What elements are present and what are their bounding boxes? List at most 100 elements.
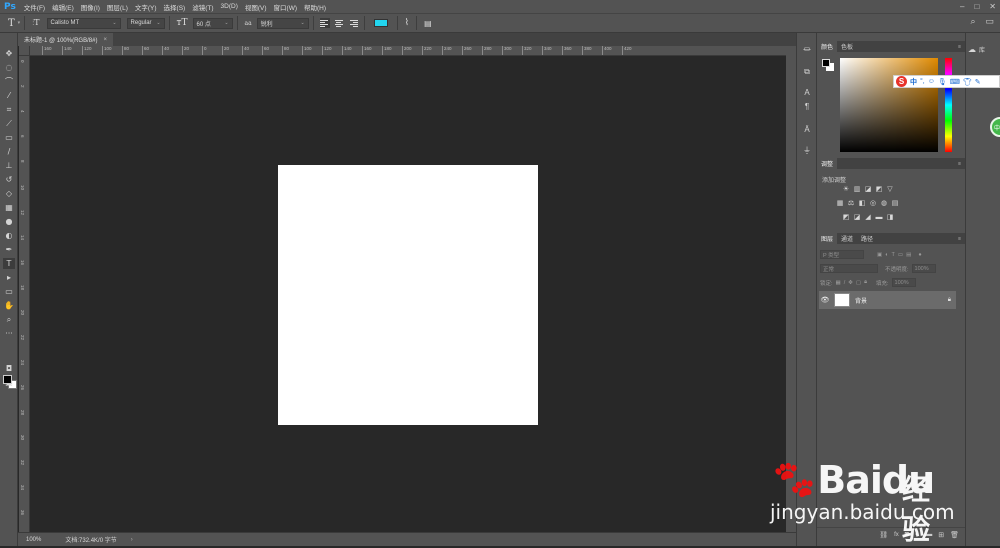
text-orientation-icon[interactable]: ⫶T bbox=[32, 18, 39, 28]
posterize-icon[interactable]: ◪ bbox=[853, 214, 861, 222]
zoom-tool-icon[interactable]: ⌕ bbox=[3, 314, 15, 325]
lock-image-icon[interactable]: / bbox=[844, 280, 846, 286]
tab-channels[interactable]: 通道 bbox=[837, 233, 857, 244]
menu-layer[interactable]: 图层(L) bbox=[107, 2, 128, 12]
menu-window[interactable]: 窗口(W) bbox=[274, 2, 297, 12]
menu-edit[interactable]: 编辑(E) bbox=[52, 2, 74, 12]
type-tool-preset-icon[interactable]: T bbox=[8, 18, 15, 29]
ruler-origin[interactable] bbox=[19, 46, 30, 56]
color-picker-field[interactable] bbox=[840, 58, 938, 152]
hand-tool-icon[interactable]: ✋ bbox=[3, 300, 15, 311]
foreground-color-swatch[interactable] bbox=[822, 59, 830, 67]
tab-color[interactable]: 颜色 bbox=[817, 41, 838, 52]
lock-artboard-icon[interactable]: ▢ bbox=[856, 280, 861, 286]
document-canvas[interactable] bbox=[278, 165, 538, 425]
healing-brush-tool-icon[interactable]: ▭ bbox=[3, 132, 15, 143]
microphone-icon[interactable]: 🎙︎ bbox=[938, 78, 947, 86]
zoom-level[interactable]: 100% bbox=[26, 537, 41, 543]
layer-row[interactable]: 👁︎ 背景 🔒︎ bbox=[819, 291, 956, 309]
exposure-icon[interactable]: ◩ bbox=[875, 186, 883, 194]
align-left-icon[interactable] bbox=[319, 18, 330, 28]
menu-image[interactable]: 图像(I) bbox=[81, 2, 100, 12]
chevron-down-icon[interactable]: ▾ bbox=[18, 20, 21, 26]
antialias-select[interactable]: 锐利 ⌄ bbox=[256, 17, 309, 29]
move-tool-icon[interactable]: ✥ bbox=[3, 48, 15, 59]
skin-icon[interactable]: 👕︎ bbox=[963, 78, 972, 86]
font-size-select[interactable]: 60 点 ⌄ bbox=[192, 17, 233, 29]
photo-filter-icon[interactable]: ◎ bbox=[869, 200, 877, 208]
close-window-button[interactable]: ✕ bbox=[989, 2, 996, 11]
magic-wand-tool-icon[interactable]: ⁄ bbox=[3, 90, 15, 101]
more-tools-icon[interactable]: ··· bbox=[3, 328, 15, 339]
filter-shape-icon[interactable]: ▭ bbox=[898, 252, 903, 258]
menu-file[interactable]: 文件(F) bbox=[24, 2, 45, 12]
curves-icon[interactable]: ◪ bbox=[864, 186, 872, 194]
punctuation-icon[interactable]: °, bbox=[920, 78, 925, 85]
menu-select[interactable]: 选择(S) bbox=[164, 2, 186, 12]
fx-icon[interactable]: fx bbox=[894, 532, 899, 538]
lock-position-icon[interactable]: ✥ bbox=[848, 280, 853, 286]
vertical-ruler[interactable]: 0 2 4 6 8 10 12 14 16 18 20 22 24 26 28 30 32 34 36 bbox=[19, 46, 30, 532]
text-color-swatch[interactable] bbox=[373, 19, 388, 27]
vibrance-icon[interactable]: ▽ bbox=[886, 186, 894, 194]
history-brush-tool-icon[interactable]: ↺ bbox=[3, 174, 15, 185]
font-style-select[interactable]: Regular ⌄ bbox=[126, 17, 165, 29]
threshold-icon[interactable]: ◢ bbox=[864, 214, 872, 222]
filter-adjustment-icon[interactable]: ◐ bbox=[885, 252, 888, 258]
emoji-icon[interactable]: ☺ bbox=[928, 78, 935, 85]
invert-icon[interactable]: ◩ bbox=[842, 214, 850, 222]
document-tab[interactable]: 未标题-1 @ 100%(RGB/8#) × bbox=[18, 33, 113, 46]
panel-menu-icon[interactable]: ≡ bbox=[958, 161, 961, 167]
eraser-tool-icon[interactable]: ◇ bbox=[3, 188, 15, 199]
path-selection-tool-icon[interactable]: ▸ bbox=[3, 272, 15, 283]
filter-pixel-icon[interactable]: ▣ bbox=[877, 252, 882, 258]
lock-transparency-icon[interactable]: ▦ bbox=[836, 280, 841, 286]
lasso-tool-icon[interactable]: ⌒ bbox=[3, 76, 15, 87]
character-panel-icon[interactable]: A bbox=[801, 88, 813, 98]
tab-paths[interactable]: 路径 bbox=[857, 233, 877, 244]
panel-menu-icon[interactable]: ≡ bbox=[958, 236, 961, 242]
minimize-button[interactable]: – bbox=[960, 2, 964, 11]
hue-slider[interactable] bbox=[945, 58, 952, 152]
font-family-select[interactable]: Calisto MT ⌄ bbox=[46, 17, 121, 29]
panel-menu-icon[interactable]: ≡ bbox=[958, 44, 961, 50]
link-icon[interactable]: ⛓ bbox=[879, 531, 888, 539]
fill-input[interactable]: 100% bbox=[891, 278, 916, 287]
libraries-tab[interactable]: ☁ 库 bbox=[968, 45, 985, 54]
gradient-map-icon[interactable]: ▬ bbox=[875, 214, 883, 222]
filter-type-icon[interactable]: T bbox=[892, 252, 895, 258]
chevron-right-icon[interactable]: › bbox=[131, 537, 133, 543]
quick-mask-icon[interactable]: ◘ bbox=[3, 363, 15, 374]
workspace-icon[interactable]: ▭ bbox=[985, 16, 994, 27]
type-tool-icon[interactable]: T bbox=[3, 258, 15, 269]
close-icon[interactable]: × bbox=[103, 37, 107, 43]
history-panel-icon[interactable]: ⏛ bbox=[801, 45, 813, 55]
align-center-icon[interactable] bbox=[334, 18, 344, 28]
tab-layers[interactable]: 图层 bbox=[817, 233, 838, 244]
menu-filter[interactable]: 滤镜(T) bbox=[192, 2, 213, 12]
menu-help[interactable]: 帮助(H) bbox=[304, 2, 326, 12]
opacity-input[interactable]: 100% bbox=[911, 264, 936, 273]
properties-panel-icon[interactable]: ⧉ bbox=[801, 67, 813, 77]
crop-tool-icon[interactable]: ⌗ bbox=[3, 104, 15, 115]
levels-icon[interactable]: ▥ bbox=[853, 186, 861, 194]
search-icon[interactable]: ⌕ bbox=[970, 16, 975, 27]
keyboard-icon[interactable]: ⌨ bbox=[950, 78, 960, 86]
character-panel-icon[interactable]: ▤ bbox=[424, 19, 432, 28]
horizontal-ruler[interactable]: 160 140 120 100 80 60 40 20 0 20 40 60 80 100 120 140 16… bbox=[30, 46, 786, 56]
black-white-icon[interactable]: ◧ bbox=[858, 200, 866, 208]
brush-tool-icon[interactable]: / bbox=[3, 146, 15, 157]
align-right-icon[interactable] bbox=[348, 18, 358, 28]
trash-icon[interactable]: 🗑︎ bbox=[950, 531, 959, 539]
selective-color-icon[interactable]: ◨ bbox=[886, 214, 894, 222]
layer-kind-filter[interactable]: P 类型 bbox=[820, 250, 864, 259]
marquee-tool-icon[interactable]: ◌ bbox=[3, 62, 15, 73]
tab-swatches[interactable]: 色板 bbox=[837, 41, 857, 52]
filter-toggle-icon[interactable]: ● bbox=[918, 252, 921, 258]
maximize-button[interactable]: □ bbox=[974, 2, 979, 11]
channel-mixer-icon[interactable]: ◍ bbox=[880, 200, 888, 208]
menu-type[interactable]: 文字(Y) bbox=[135, 2, 157, 12]
lock-all-icon[interactable]: 🔒︎ bbox=[864, 279, 867, 286]
hue-saturation-icon[interactable]: ▦ bbox=[836, 200, 844, 208]
glyphs-panel-icon[interactable]: Ä bbox=[801, 125, 813, 135]
